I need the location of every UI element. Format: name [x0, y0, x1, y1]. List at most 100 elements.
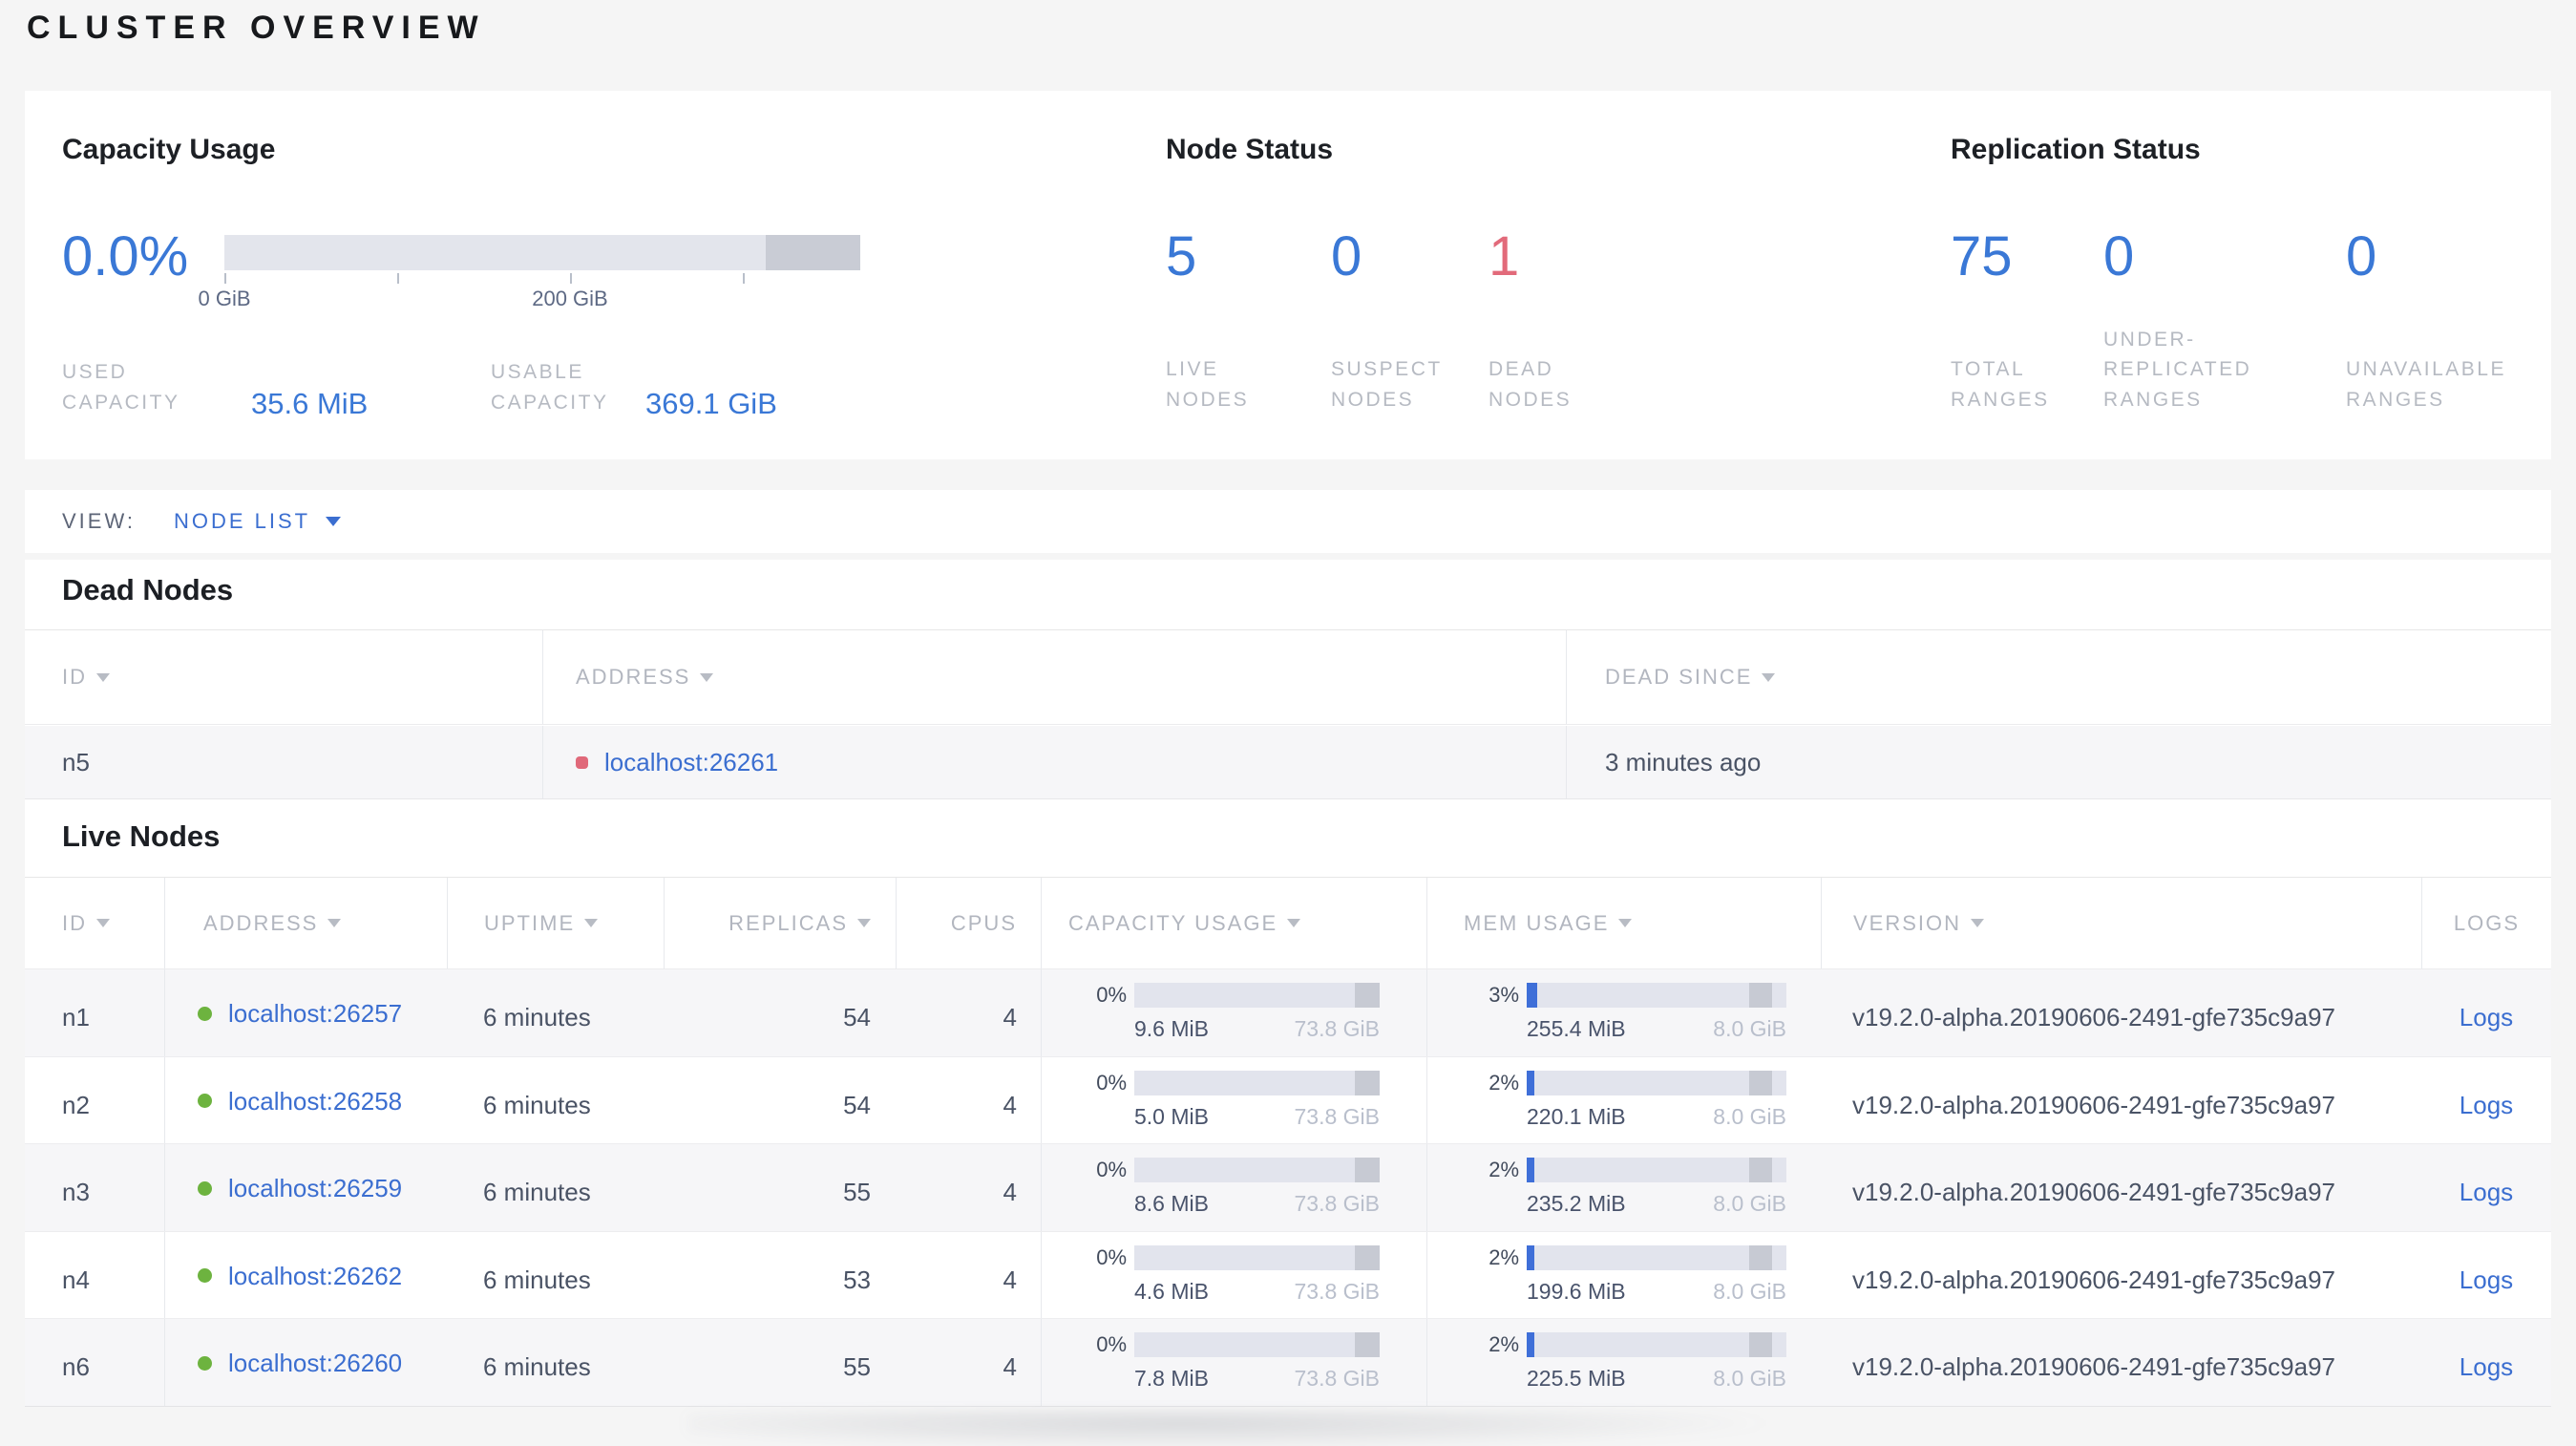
dead-node-row: n5 localhost:26261 3 minutes ago	[25, 726, 2551, 799]
live-node-capacity-cell: 0% 5.0 MiB 73.8 GiB	[1041, 1056, 1426, 1143]
live-node-logs-link[interactable]: Logs	[2460, 1003, 2513, 1031]
live-col-header-uptime[interactable]: UPTIME	[447, 878, 664, 968]
live-node-cpus: 4	[1003, 1003, 1017, 1031]
live-node-logs-link[interactable]: Logs	[2460, 1091, 2513, 1119]
live-node-mem-cell: 2% 199.6 MiB 8.0 GiB	[1426, 1231, 1821, 1318]
live-node-address-link[interactable]: localhost:26262	[228, 1264, 402, 1288]
nodes-card: Dead Nodes ID ADDRESS DEAD SINCE n5 loca…	[25, 560, 2551, 1407]
mem-used-value: 220.1 MiB	[1527, 1103, 1626, 1129]
axis-tick-label: 0 GiB	[198, 287, 251, 310]
live-node-row: n1 localhost:26257 6 minutes 54 4 0% 9.6…	[25, 969, 2551, 1057]
capacity-total-value: 73.8 GiB	[1294, 1191, 1381, 1216]
capacity-gauge-track	[224, 235, 860, 270]
live-node-address-link[interactable]: localhost:26257	[228, 1001, 402, 1026]
bottom-shadow	[687, 1412, 1785, 1446]
live-node-logs-link[interactable]: Logs	[2460, 1178, 2513, 1206]
capacity-stats: USED CAPACITY 35.6 MiB USABLE CAPACITY 3…	[62, 357, 777, 420]
live-node-address-link[interactable]: localhost:26258	[228, 1089, 402, 1114]
live-col-header-address[interactable]: ADDRESS	[164, 878, 447, 968]
live-col-header-capacity-usage[interactable]: CAPACITY USAGE	[1041, 878, 1426, 968]
live-node-id: n2	[62, 1090, 90, 1119]
live-nodes-heading: Live Nodes	[62, 819, 221, 853]
live-col-header-version[interactable]: VERSION	[1821, 878, 2421, 968]
live-col-header-mem-usage[interactable]: MEM USAGE	[1426, 878, 1821, 968]
mem-usage-bar	[1527, 1332, 1786, 1357]
capacity-used-value: 7.8 MiB	[1134, 1366, 1209, 1391]
mem-usage-bar	[1527, 983, 1786, 1008]
capacity-gauge-other-segment	[765, 235, 860, 270]
live-node-id: n3	[62, 1178, 90, 1206]
dead-col-header-id[interactable]: ID	[25, 630, 542, 724]
total-ranges-count: 75	[1951, 225, 2013, 287]
dead-node-address-cell: localhost:26261	[542, 726, 1566, 798]
sort-desc-icon	[700, 672, 714, 682]
live-col-header-cpus: CPUS	[896, 878, 1041, 968]
axis-tick	[397, 273, 400, 284]
live-node-address-cell: localhost:26259	[164, 1144, 447, 1231]
dead-node-dead-since: 3 minutes ago	[1566, 726, 2551, 798]
live-node-uptime: 6 minutes	[483, 1265, 591, 1294]
live-node-logs-link[interactable]: Logs	[2460, 1352, 2513, 1381]
live-node-id: n4	[62, 1265, 90, 1294]
axis-tick	[742, 273, 745, 284]
live-node-id: n1	[62, 1003, 90, 1031]
capacity-percent-label: 0%	[1096, 1332, 1127, 1356]
mem-used-value: 225.5 MiB	[1527, 1366, 1626, 1391]
capacity-percent-label: 0%	[1096, 1070, 1127, 1095]
capacity-usage-bar	[1134, 983, 1380, 1008]
dead-node-id: n5	[62, 747, 90, 776]
capacity-usage-section: Capacity Usage 0.0% 0 GiB 200 GiB USED C…	[62, 134, 1112, 420]
live-node-id: n6	[62, 1352, 90, 1381]
live-node-version: v19.2.0-alpha.20190606-2491-gfe735c9a97	[1852, 1265, 2335, 1294]
dead-nodes-header-row: ID ADDRESS DEAD SINCE	[25, 629, 2551, 725]
mem-bar-other-segment	[1749, 1332, 1773, 1357]
live-node-address-link[interactable]: localhost:26260	[228, 1350, 402, 1375]
axis-tick	[569, 273, 572, 284]
mem-bar-fill	[1527, 1070, 1534, 1095]
live-node-logs-cell: Logs	[2421, 1319, 2551, 1406]
replication-status-section: Replication Status 75 0 0 TOTAL RANGES U…	[1951, 134, 2562, 420]
mem-total-value: 8.0 GiB	[1713, 1191, 1786, 1216]
mem-bar-other-segment	[1749, 1244, 1773, 1270]
live-node-version: v19.2.0-alpha.20190606-2491-gfe735c9a97	[1852, 1090, 2335, 1119]
live-node-address-cell: localhost:26258	[164, 1056, 447, 1143]
dead-node-address-link[interactable]: localhost:26261	[604, 750, 778, 775]
axis-tick	[224, 273, 226, 284]
live-node-logs-link[interactable]: Logs	[2460, 1265, 2513, 1294]
mem-usage-bar	[1527, 1070, 1786, 1095]
live-node-uptime: 6 minutes	[483, 1178, 591, 1206]
capacity-bar-other-segment	[1355, 1158, 1380, 1182]
mem-bar-other-segment	[1749, 1158, 1773, 1182]
capacity-gauge-tick-labels: 0 GiB 200 GiB	[198, 287, 860, 311]
capacity-bar-other-segment	[1355, 1244, 1380, 1270]
page-title: CLUSTER OVERVIEW	[27, 10, 486, 46]
suspect-nodes-label: SUSPECT NODES	[1331, 358, 1443, 411]
live-status-icon	[198, 1006, 212, 1021]
live-node-address-link[interactable]: localhost:26259	[228, 1176, 402, 1201]
mem-percent-label: 2%	[1489, 1332, 1519, 1356]
capacity-total-value: 73.8 GiB	[1294, 1016, 1381, 1041]
live-nodes-rows: n1 localhost:26257 6 minutes 54 4 0% 9.6…	[25, 969, 2551, 1407]
live-node-address-cell: localhost:26257	[164, 969, 447, 1056]
capacity-percent-label: 0%	[1096, 983, 1127, 1007]
live-status-icon	[198, 1180, 212, 1196]
capacity-used-value: 5.0 MiB	[1134, 1103, 1209, 1129]
mem-bar-other-segment	[1749, 1070, 1773, 1095]
live-col-header-id[interactable]: ID	[25, 878, 164, 968]
mem-used-value: 235.2 MiB	[1527, 1191, 1626, 1216]
live-node-version: v19.2.0-alpha.20190606-2491-gfe735c9a97	[1852, 1003, 2335, 1031]
capacity-bar-other-segment	[1355, 1332, 1380, 1357]
dead-col-header-address[interactable]: ADDRESS	[542, 630, 1566, 724]
view-selector-dropdown[interactable]: NODE LIST	[174, 509, 342, 534]
dead-col-header-dead-since[interactable]: DEAD SINCE	[1566, 630, 2551, 724]
dead-nodes-heading: Dead Nodes	[62, 573, 234, 606]
capacity-total-value: 73.8 GiB	[1294, 1103, 1381, 1129]
live-node-capacity-cell: 0% 4.6 MiB 73.8 GiB	[1041, 1231, 1426, 1318]
capacity-gauge: 0 GiB 200 GiB	[198, 235, 860, 311]
sort-desc-icon	[96, 919, 110, 927]
live-node-replicas: 54	[843, 1003, 871, 1031]
sort-desc-icon	[857, 919, 871, 927]
live-node-logs-cell: Logs	[2421, 1144, 2551, 1231]
mem-used-value: 255.4 MiB	[1527, 1016, 1626, 1041]
live-col-header-replicas[interactable]: REPLICAS	[664, 878, 896, 968]
